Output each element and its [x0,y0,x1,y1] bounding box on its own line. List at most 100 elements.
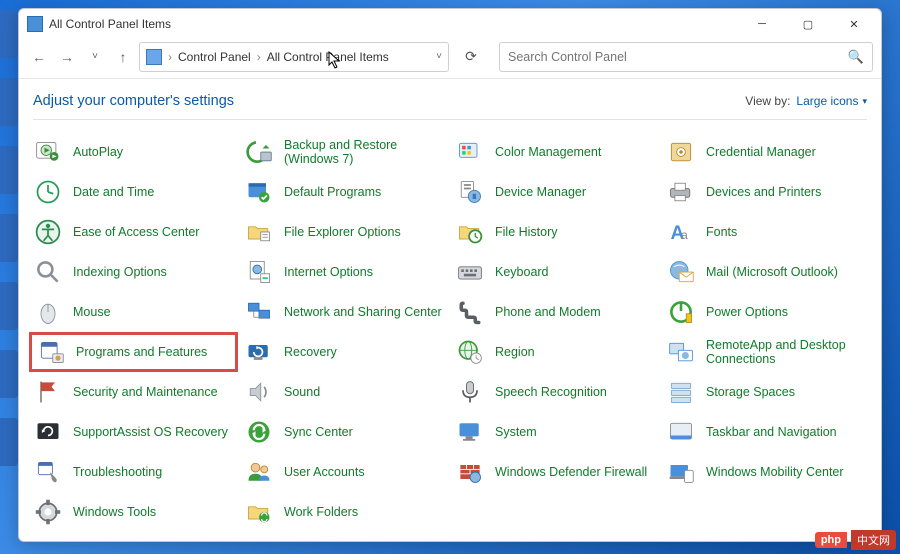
item-label: Backup and Restore (Windows 7) [284,138,445,167]
maximize-button[interactable]: ▢ [785,9,831,39]
breadcrumb-sep-icon: › [168,50,172,64]
minimize-button[interactable]: ─ [739,9,785,39]
item-recovery[interactable]: Recovery [240,332,449,372]
item-region[interactable]: Region [451,332,660,372]
search-icon: 🔍 [848,49,864,65]
item-taskbar-navigation[interactable]: Taskbar and Navigation [662,412,871,452]
item-ease-of-access[interactable]: Ease of Access Center [29,212,238,252]
item-mouse[interactable]: Mouse [29,292,238,332]
item-label: AutoPlay [73,145,123,159]
nav-toolbar: ← → ˅ ↑ › Control Panel › All Control Pa… [19,39,881,79]
item-network-sharing[interactable]: Network and Sharing Center [240,292,449,332]
item-indexing-options[interactable]: Indexing Options [29,252,238,292]
item-default-programs[interactable]: Default Programs [240,172,449,212]
page-header: Adjust your computer's settings View by:… [19,79,881,119]
support-icon [33,417,63,447]
item-mail[interactable]: Mail (Microsoft Outlook) [662,252,871,292]
speaker-icon [244,377,274,407]
item-label: Credential Manager [706,145,816,159]
item-device-manager[interactable]: Device Manager [451,172,660,212]
item-windows-defender-firewall[interactable]: Windows Defender Firewall [451,452,660,492]
item-programs-features[interactable]: Programs and Features [29,332,238,372]
item-keyboard[interactable]: Keyboard [451,252,660,292]
up-button[interactable]: ↑ [111,45,135,69]
backup-icon [244,137,274,167]
item-sync-center[interactable]: Sync Center [240,412,449,452]
color-icon [455,137,485,167]
item-label: Sync Center [284,425,353,439]
cursor-icon [328,51,342,69]
item-sound[interactable]: Sound [240,372,449,412]
item-supportassist[interactable]: SupportAssist OS Recovery [29,412,238,452]
autoplay-icon [33,137,63,167]
close-button[interactable]: ✕ [831,9,877,39]
item-devices-printers[interactable]: Devices and Printers [662,172,871,212]
clock-icon [33,177,63,207]
item-internet-options[interactable]: Internet Options [240,252,449,292]
default-programs-icon [244,177,274,207]
item-windows-tools[interactable]: Windows Tools [29,492,238,532]
item-work-folders[interactable]: Work Folders [240,492,449,532]
programs-icon [36,337,66,367]
item-security-maintenance[interactable]: Security and Maintenance [29,372,238,412]
chevron-down-icon[interactable]: ▾ [862,96,867,107]
vault-icon [666,137,696,167]
globe-icon [455,337,485,367]
item-label: Windows Mobility Center [706,465,844,479]
chevron-down-icon[interactable]: ˅ [436,51,442,62]
search-input[interactable] [508,50,864,64]
item-color-management[interactable]: Color Management [451,132,660,172]
item-backup-restore[interactable]: Backup and Restore (Windows 7) [240,132,449,172]
item-label: Default Programs [284,185,381,199]
breadcrumb-root[interactable]: Control Panel [178,50,251,64]
item-speech-recognition[interactable]: Speech Recognition [451,372,660,412]
svg-text:a: a [681,228,688,242]
item-fonts[interactable]: AaFonts [662,212,871,252]
item-autoplay[interactable]: AutoPlay [29,132,238,172]
taskbar-icon [666,417,696,447]
address-bar[interactable]: › Control Panel › All Control Panel Item… [139,42,449,72]
item-label: Region [495,345,535,359]
forward-button[interactable]: → [55,45,79,69]
item-label: Mouse [73,305,111,319]
item-label: Device Manager [495,185,586,199]
recent-dropdown[interactable]: ˅ [83,45,107,69]
work-folders-icon [244,497,274,527]
item-power-options[interactable]: Power Options [662,292,871,332]
item-label: Devices and Printers [706,185,821,199]
keyboard-icon [455,257,485,287]
item-troubleshooting[interactable]: Troubleshooting [29,452,238,492]
item-label: RemoteApp and Desktop Connections [706,338,867,367]
power-icon [666,297,696,327]
item-label: Internet Options [284,265,373,279]
item-phone-modem[interactable]: Phone and Modem [451,292,660,332]
item-file-explorer-options[interactable]: File Explorer Options [240,212,449,252]
item-label: Sound [284,385,320,399]
item-label: Windows Tools [73,505,156,519]
desktop-edge [0,0,20,554]
item-windows-mobility-center[interactable]: Windows Mobility Center [662,452,871,492]
viewby-value[interactable]: Large icons [796,94,858,108]
control-panel-icon [146,49,162,65]
refresh-button[interactable]: ⟳ [457,43,485,71]
item-label: Keyboard [495,265,549,279]
item-user-accounts[interactable]: User Accounts [240,452,449,492]
tools-icon [33,497,63,527]
watermark-text: 中文网 [851,530,896,550]
item-label: Taskbar and Navigation [706,425,837,439]
item-label: SupportAssist OS Recovery [73,425,228,439]
item-label: File History [495,225,558,239]
item-date-time[interactable]: Date and Time [29,172,238,212]
item-file-history[interactable]: File History [451,212,660,252]
search-box[interactable]: 🔍 [499,42,873,72]
internet-icon [244,257,274,287]
item-remoteapp[interactable]: RemoteApp and Desktop Connections [662,332,871,372]
item-label: Network and Sharing Center [284,305,442,319]
back-button[interactable]: ← [27,45,51,69]
item-storage-spaces[interactable]: Storage Spaces [662,372,871,412]
item-label: Color Management [495,145,601,159]
item-credential-manager[interactable]: Credential Manager [662,132,871,172]
item-system[interactable]: System [451,412,660,452]
item-label: Security and Maintenance [73,385,218,399]
remote-icon [666,337,696,367]
